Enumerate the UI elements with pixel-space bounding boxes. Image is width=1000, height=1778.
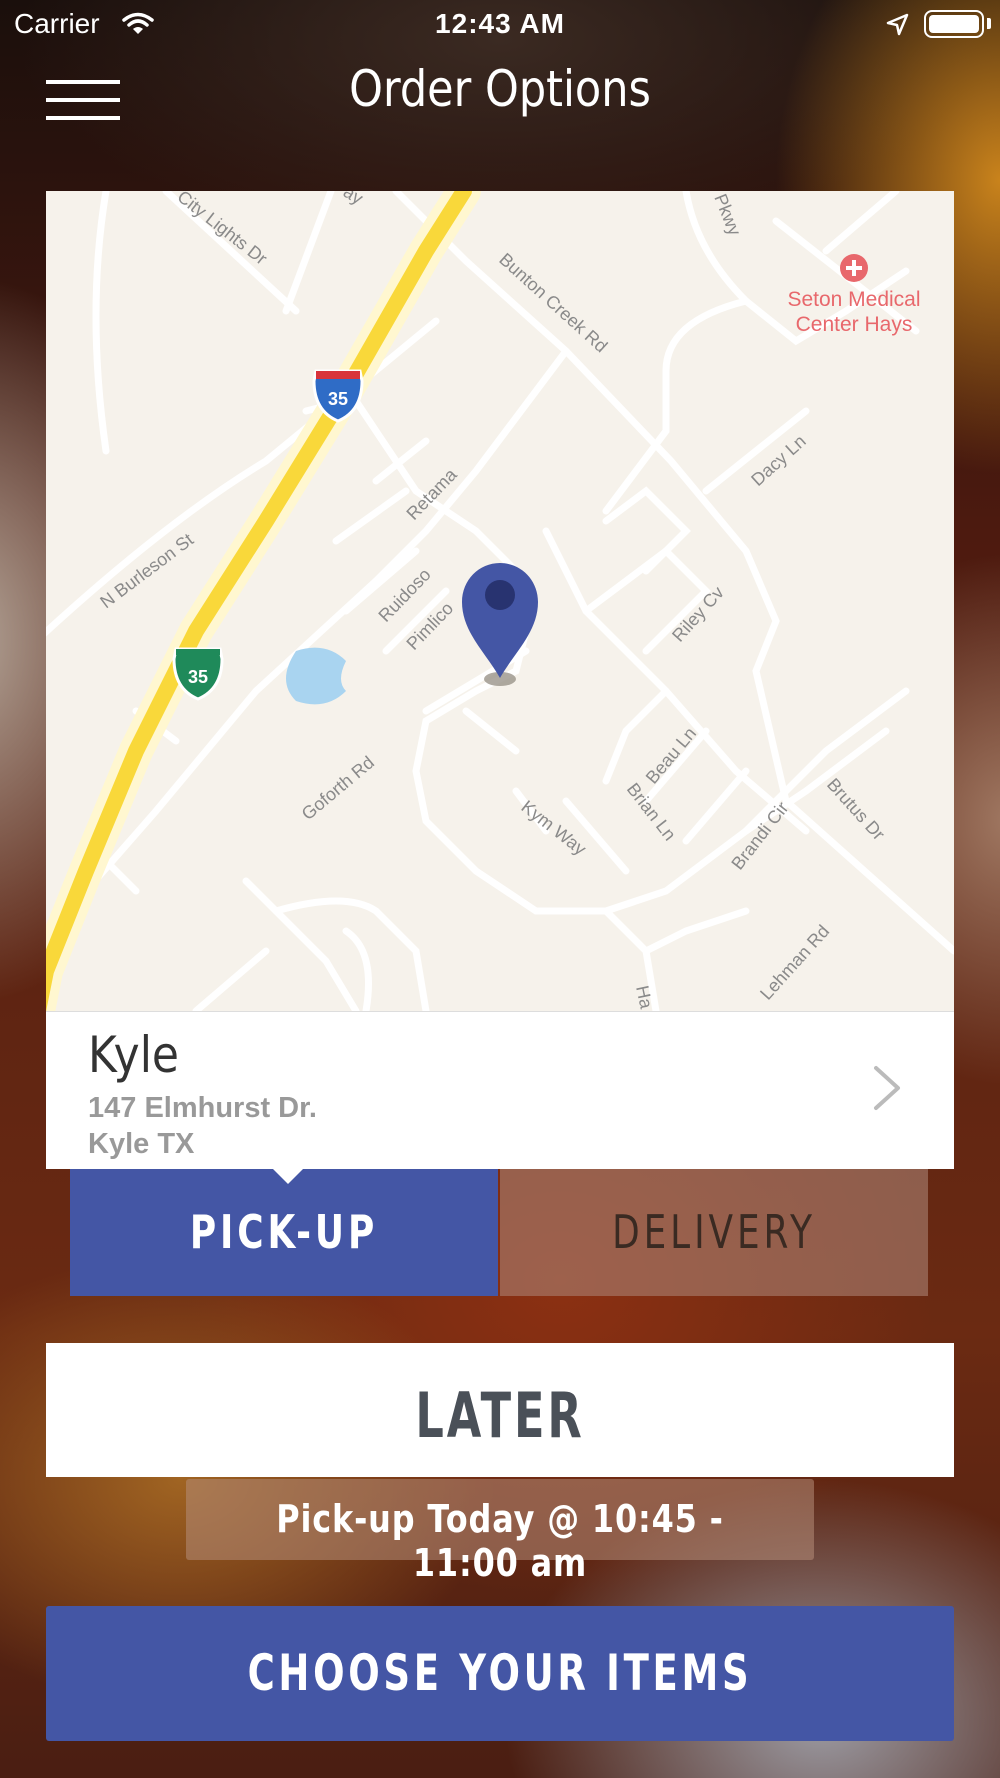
location-name: Kyle (88, 1026, 179, 1084)
street-label: Brutus Dr (823, 774, 889, 844)
location-arrow-icon (884, 12, 910, 43)
street-label: Goforth Rd (298, 752, 378, 824)
street-label: ay (340, 191, 367, 208)
street-label: Kym Way (518, 796, 590, 859)
chevron-right-icon (872, 1064, 902, 1117)
status-bar: Carrier 12:43 AM (0, 0, 1000, 50)
poi-label-line1: Seton Medical (787, 288, 920, 311)
street-label: Dacy Ln (747, 431, 809, 490)
battery-icon (924, 10, 984, 38)
street-label: City Lights Dr (174, 191, 271, 269)
pickup-time-badge: Pick-up Today @ 10:45 - 11:00 am (186, 1479, 814, 1585)
location-address-line1: 147 Elmhurst Dr. (88, 1092, 317, 1124)
svg-text:35: 35 (188, 667, 208, 687)
clock: 12:43 AM (435, 8, 565, 39)
tab-pickup-label: PICK-UP (189, 1205, 379, 1259)
street-label: Lehman Rd (756, 921, 833, 1004)
choose-items-label: CHOOSE YOUR ITEMS (247, 1644, 753, 1702)
pickup-time-label: Pick-up Today @ 10:45 - 11:00 am (276, 1497, 724, 1585)
street-label: Riley Cv (668, 582, 728, 645)
street-label: Ha (632, 984, 657, 1011)
hospital-icon (840, 254, 868, 282)
tab-delivery-label: DELIVERY (612, 1205, 816, 1259)
location-pin-icon[interactable] (462, 563, 538, 678)
store-map[interactable]: 35 35 Seton Medical Center Hays City Lig… (46, 191, 954, 1011)
selected-tab-pointer (272, 1168, 304, 1184)
street-label: Beau Ln (642, 723, 700, 787)
location-card[interactable]: Kyle 147 Elmhurst Dr. Kyle TX (46, 1011, 954, 1169)
choose-items-button[interactable]: CHOOSE YOUR ITEMS (46, 1606, 954, 1741)
battery-tip (987, 18, 991, 29)
street-label: Pkwy (710, 191, 745, 238)
later-button[interactable]: LATER (46, 1343, 954, 1477)
svg-text:35: 35 (328, 389, 348, 409)
location-address-line2: Kyle TX (88, 1128, 195, 1160)
tab-delivery[interactable]: DELIVERY (500, 1169, 928, 1296)
poi-label-line2: Center Hays (796, 313, 913, 336)
page-title: Order Options (349, 60, 651, 118)
tab-pickup[interactable]: PICK-UP (70, 1169, 498, 1296)
later-button-label: LATER (415, 1379, 585, 1452)
street-label: Brian Ln (623, 779, 680, 844)
app-screen: Carrier 12:43 AM Order Options 35 35 Set… (0, 0, 1000, 1778)
